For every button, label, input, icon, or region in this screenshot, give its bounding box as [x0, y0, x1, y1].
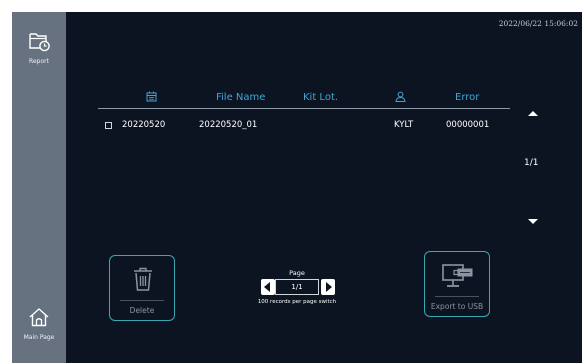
- calendar-icon: [146, 91, 157, 105]
- home-icon: [27, 308, 51, 332]
- report-nav-button[interactable]: Report: [12, 30, 66, 65]
- sidebar: Report Main Page: [12, 12, 66, 363]
- page-title: Page: [289, 269, 305, 277]
- page-controls: [242, 279, 352, 295]
- row-error: 00000001: [446, 120, 490, 130]
- main-page-nav-button[interactable]: Main Page: [12, 306, 66, 341]
- file-name-header[interactable]: File Name: [216, 92, 265, 103]
- page-input[interactable]: [275, 279, 319, 295]
- delete-label: Delete: [129, 306, 155, 315]
- export-divider: [435, 296, 479, 297]
- scroll-down-button[interactable]: [528, 219, 538, 224]
- export-usb-button[interactable]: Export to USB: [424, 251, 490, 317]
- row-date: 20220520: [122, 120, 166, 130]
- table-header: File Name Kit Lot. Error: [98, 90, 510, 109]
- trash-icon: [131, 265, 155, 297]
- records-per-page-note: 100 records per page switch: [257, 299, 337, 305]
- row-file-name: 20220520_01: [199, 120, 258, 130]
- kit-lot-header[interactable]: Kit Lot.: [303, 92, 338, 103]
- chevron-left-icon: [264, 282, 270, 292]
- report-nav-label: Report: [29, 58, 49, 65]
- export-label: Export to USB: [430, 302, 484, 311]
- delete-divider: [120, 300, 164, 301]
- main-page-nav-label: Main Page: [23, 334, 55, 341]
- scroll-up-button[interactable]: [528, 111, 538, 116]
- chevron-right-icon: [326, 282, 332, 292]
- usb-monitor-icon: [441, 262, 475, 296]
- page-selector: Page 100 records per page switch: [242, 269, 352, 305]
- row-user: KYLT: [394, 120, 414, 130]
- table-row[interactable]: 20220520 20220520_01 KYLT 00000001: [98, 118, 510, 134]
- user-icon: [395, 91, 406, 105]
- next-page-button[interactable]: [321, 279, 335, 295]
- delete-button[interactable]: Delete: [109, 255, 175, 321]
- previous-page-button[interactable]: [261, 279, 275, 295]
- report-screen: Report Main Page 2022/06/22 15:06:02 Fil…: [12, 12, 582, 363]
- datetime-display: 2022/06/22 15:06:02: [498, 19, 578, 28]
- page-indicator: 1/1: [524, 158, 539, 168]
- row-checkbox[interactable]: [105, 122, 112, 129]
- report-folder-clock-icon: [27, 33, 51, 56]
- error-header[interactable]: Error: [455, 92, 479, 103]
